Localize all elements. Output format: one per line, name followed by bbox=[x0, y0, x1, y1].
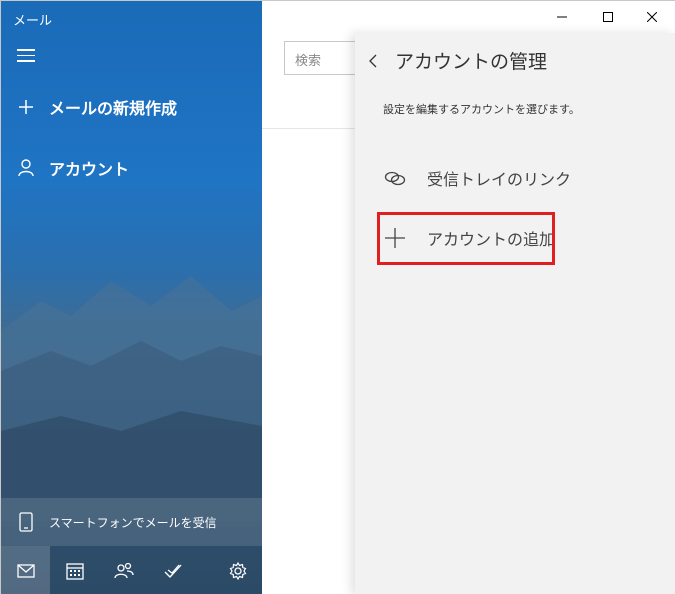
hamburger-menu-button[interactable] bbox=[17, 49, 35, 63]
phone-label: スマートフォンでメールを受信 bbox=[49, 515, 217, 530]
panel-header: アカウントの管理 bbox=[369, 47, 547, 74]
close-button[interactable] bbox=[629, 1, 675, 33]
account-label: アカウント bbox=[49, 160, 130, 179]
minimize-icon bbox=[557, 16, 567, 18]
mail-nav-button[interactable] bbox=[1, 546, 50, 594]
calendar-nav-button[interactable] bbox=[50, 546, 99, 594]
link-icon bbox=[383, 166, 407, 190]
checkmark-icon bbox=[164, 564, 182, 578]
divider bbox=[262, 128, 362, 129]
gear-icon bbox=[229, 561, 246, 580]
maximize-button[interactable] bbox=[585, 1, 631, 33]
panel-description: 設定を編集するアカウントを選びます。 bbox=[383, 103, 580, 116]
panel-title: アカウントの管理 bbox=[395, 51, 548, 73]
people-nav-button[interactable] bbox=[99, 546, 148, 594]
phone-icon bbox=[19, 512, 33, 532]
settings-nav-button[interactable] bbox=[213, 546, 262, 594]
bottom-app-bar bbox=[1, 546, 262, 594]
highlight-box bbox=[377, 212, 555, 265]
new-mail-label: メールの新規作成 bbox=[49, 99, 178, 118]
app-title: メール bbox=[13, 14, 53, 29]
new-mail-button[interactable]: メールの新規作成 bbox=[17, 95, 177, 119]
todo-nav-button[interactable] bbox=[148, 546, 197, 594]
account-button[interactable]: アカウント bbox=[17, 156, 129, 180]
mail-icon bbox=[16, 563, 35, 578]
background-mountain-image bbox=[1, 276, 262, 521]
plus-icon bbox=[17, 98, 35, 116]
people-icon bbox=[113, 562, 134, 578]
person-icon bbox=[17, 159, 35, 177]
calendar-icon bbox=[65, 562, 84, 580]
maximize-icon bbox=[603, 12, 613, 22]
get-mail-on-phone-button[interactable]: スマートフォンでメールを受信 bbox=[1, 498, 262, 546]
sidebar: メール メールの新規作成 アカウント スマートフォンでメールを受信 bbox=[1, 1, 262, 594]
link-inboxes-button[interactable]: 受信トレイのリンク bbox=[383, 166, 571, 190]
minimize-button[interactable] bbox=[539, 1, 585, 33]
manage-accounts-panel: アカウントの管理 設定を編集するアカウントを選びます。 受信トレイのリンク アカ… bbox=[355, 33, 675, 594]
link-inboxes-label: 受信トレイのリンク bbox=[427, 170, 572, 189]
search-input[interactable]: 検索 bbox=[284, 41, 364, 75]
close-icon bbox=[647, 12, 657, 22]
chevron-left-icon bbox=[369, 54, 377, 67]
back-button[interactable] bbox=[369, 51, 383, 71]
